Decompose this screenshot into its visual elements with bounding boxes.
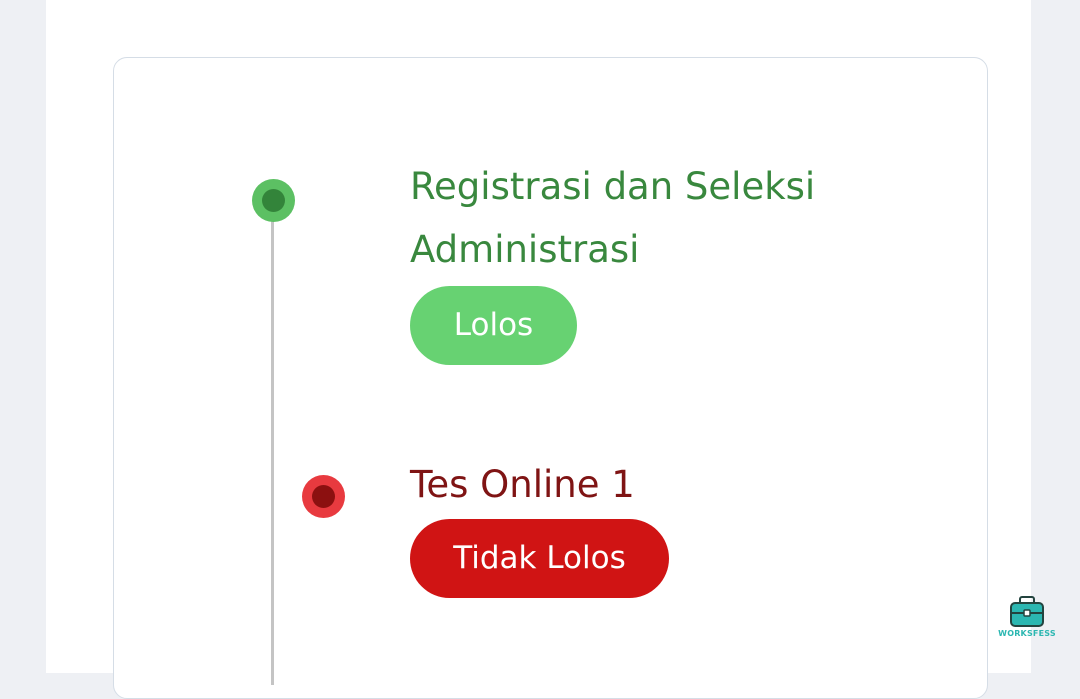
timeline-dot-failed <box>302 475 345 518</box>
timeline-line <box>271 205 274 685</box>
timeline-card <box>113 57 988 699</box>
step-title-registration: Registrasi dan Seleksi Administrasi <box>410 165 816 271</box>
watermark-text: WORKSFESS <box>998 629 1056 638</box>
status-badge-failed: Tidak Lolos <box>410 519 669 598</box>
step-title-online-test: Tes Online 1 <box>410 463 635 506</box>
timeline-dot-passed <box>252 179 295 222</box>
worksfess-watermark: WORKSFESS <box>998 596 1056 640</box>
status-badge-passed: Lolos <box>410 286 577 365</box>
briefcase-icon <box>1010 596 1044 627</box>
